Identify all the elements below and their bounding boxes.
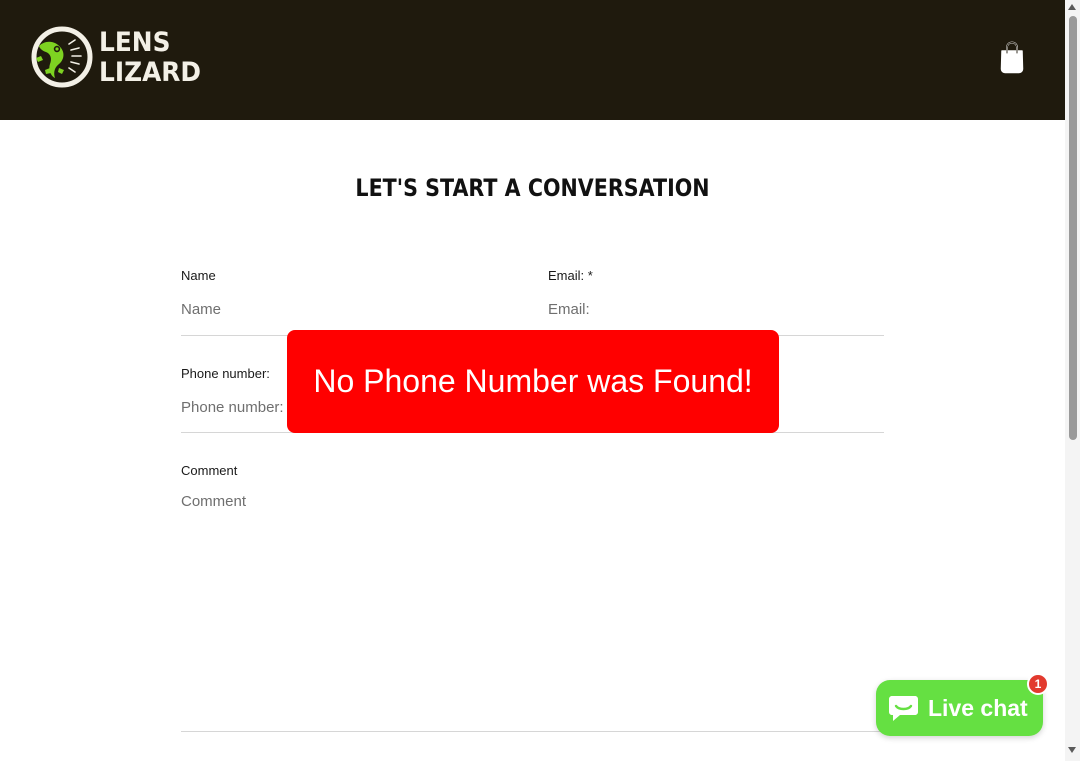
shopping-bag-icon[interactable] <box>998 40 1026 74</box>
logo-wordmark: LENS LIZARD <box>99 29 210 86</box>
contact-page: LENS LIZARD LET'S START A CONVERSATION N… <box>0 0 1080 761</box>
logo-line-1: LENS <box>99 26 171 58</box>
email-label: Email: * <box>548 268 593 283</box>
name-input[interactable] <box>181 298 511 320</box>
scroll-up-arrow-icon[interactable] <box>1068 4 1076 10</box>
comment-textarea[interactable] <box>181 493 871 721</box>
vertical-scrollbar[interactable] <box>1065 0 1080 761</box>
scroll-down-arrow-icon[interactable] <box>1068 747 1076 753</box>
error-toast-message: No Phone Number was Found! <box>313 363 753 399</box>
phone-label: Phone number: <box>181 366 270 381</box>
live-chat-button[interactable]: Live chat <box>876 680 1043 736</box>
scrollbar-thumb[interactable] <box>1069 16 1077 440</box>
page-title: LET'S START A CONVERSATION <box>355 174 710 202</box>
name-label: Name <box>181 268 216 283</box>
comment-underline <box>181 731 884 732</box>
lens-lizard-logo-icon <box>31 26 93 88</box>
site-header: LENS LIZARD <box>0 0 1065 120</box>
error-toast: No Phone Number was Found! <box>287 330 779 433</box>
chat-bubble-icon <box>889 696 918 721</box>
comment-label: Comment <box>181 463 238 478</box>
live-chat-label: Live chat <box>928 694 1028 721</box>
logo-line-2: LIZARD <box>99 56 202 88</box>
site-logo[interactable]: LENS LIZARD <box>31 24 201 90</box>
chat-notification-badge: 1 <box>1027 673 1049 695</box>
email-input[interactable] <box>548 298 878 320</box>
